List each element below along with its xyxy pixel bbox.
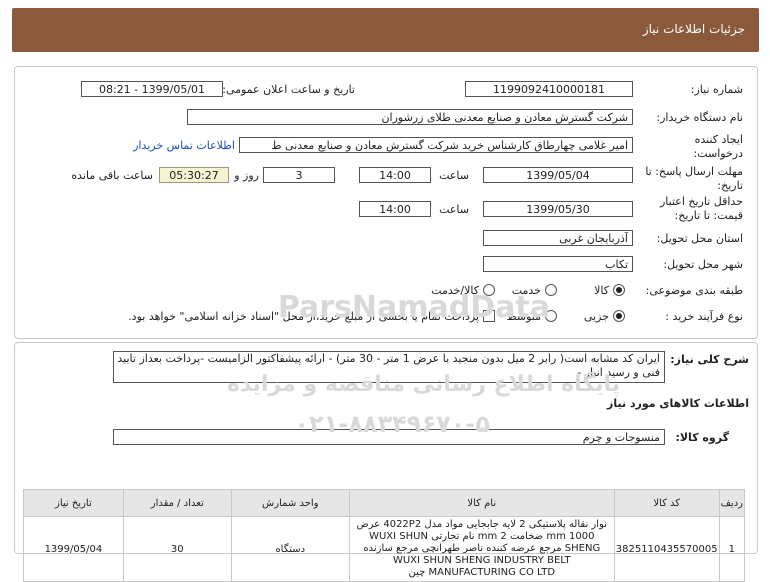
announce-datetime-label: تاریخ و ساعت اعلان عمومی: bbox=[222, 83, 355, 96]
cell-date: 1399/05/04 bbox=[23, 516, 124, 582]
watermark-brand: ParsNamadData bbox=[277, 290, 550, 325]
col-qty: تعداد / مقدار bbox=[122, 489, 232, 517]
send-deadline-label: مهلت ارسال پاسخ: تا تاریخ: bbox=[645, 165, 743, 192]
cell-name: نوار نقاله پلاستیکی 2 لایه جابجایی مواد … bbox=[348, 516, 615, 582]
category-option-goods: کالا bbox=[594, 284, 609, 297]
col-name: نام کالا bbox=[348, 489, 615, 517]
goods-table: ردیف کد کالا نام کالا واحد شمارش تعداد /… bbox=[23, 489, 746, 582]
buyer-label: نام دستگاه خریدار: bbox=[656, 111, 743, 124]
cell-unit: دستگاه bbox=[230, 516, 350, 582]
goods-info-title: اطلاعات کالاهای مورد نیاز bbox=[607, 397, 749, 410]
col-code: کد کالا bbox=[613, 489, 720, 517]
days-label: روز و bbox=[234, 169, 259, 182]
general-desc-label: شرح کلی نیاز: bbox=[670, 353, 749, 366]
buyer-field[interactable]: شرکت گسترش معادن و صنایع معدنی طلای زرشو… bbox=[187, 109, 633, 125]
need-number-field[interactable]: 1199092410000181 bbox=[465, 81, 633, 97]
requester-field[interactable]: امیر غلامی چهارطاق کارشناس خرید شرکت گست… bbox=[239, 137, 633, 153]
page: جزئیات اطلاعات نیاز شماره نیاز: 11990924… bbox=[0, 0, 770, 582]
validity-time-field[interactable]: 14:00 bbox=[359, 201, 431, 217]
validity-time-label: ساعت bbox=[439, 203, 469, 216]
goods-group-label: گروه کالا: bbox=[675, 431, 729, 444]
process-option-minor: جزیی bbox=[583, 310, 609, 323]
table-row[interactable]: 1 3825110435570005 نوار نقاله پلاستیکی 2… bbox=[23, 516, 746, 582]
remaining-timer: 05:30:27 bbox=[159, 167, 229, 183]
announce-datetime-field[interactable]: 1399/05/01 - 08:21 bbox=[81, 81, 223, 97]
send-time-label: ساعت bbox=[439, 169, 469, 182]
col-date: تاریخ نیاز bbox=[23, 489, 124, 517]
page-title: جزئیات اطلاعات نیاز bbox=[642, 22, 745, 36]
col-unit: واحد شمارش bbox=[230, 489, 350, 517]
category-label: طبقه بندی موضوعی: bbox=[645, 284, 743, 297]
cell-qty: 30 bbox=[122, 516, 232, 582]
category-radio-goods[interactable] bbox=[613, 284, 625, 296]
send-date-field[interactable]: 1399/05/04 bbox=[483, 167, 633, 183]
province-field[interactable]: آذربایجان غربی bbox=[483, 230, 633, 246]
province-label: استان محل تحویل: bbox=[656, 232, 743, 245]
cell-row: 1 bbox=[718, 516, 746, 582]
process-radio-minor[interactable] bbox=[613, 310, 625, 322]
process-label: نوع فرآیند خرید : bbox=[665, 310, 743, 323]
watermark-phone: ۰۲۱-۸۸۳۴۹۶۷۰-۵ bbox=[294, 410, 490, 438]
goods-table-header: ردیف کد کالا نام کالا واحد شمارش تعداد /… bbox=[23, 489, 746, 517]
validity-date-field[interactable]: 1399/05/30 bbox=[483, 201, 633, 217]
price-validity-label: حداقل تاریخ اعتبار قیمت: تا تاریخ: bbox=[659, 195, 743, 222]
send-time-field[interactable]: 14:00 bbox=[359, 167, 431, 183]
col-row: ردیف bbox=[718, 489, 746, 517]
remaining-label: ساعت باقی مانده bbox=[71, 169, 153, 182]
watermark-line: پایگاه اطلاع رسانی مناقصه و مزایده bbox=[227, 372, 620, 397]
cell-code: 3825110435570005 bbox=[613, 516, 720, 582]
requester-label: ایجاد کننده درخواست: bbox=[693, 133, 743, 160]
need-number-label: شماره نیاز: bbox=[690, 83, 743, 96]
city-field[interactable]: تکاب bbox=[483, 256, 633, 272]
days-field[interactable]: 3 bbox=[263, 167, 335, 183]
city-label: شهر محل تحویل: bbox=[663, 258, 743, 271]
page-header: جزئیات اطلاعات نیاز bbox=[12, 8, 759, 52]
buyer-contact-link[interactable]: اطلاعات تماس خریدار bbox=[133, 139, 235, 152]
